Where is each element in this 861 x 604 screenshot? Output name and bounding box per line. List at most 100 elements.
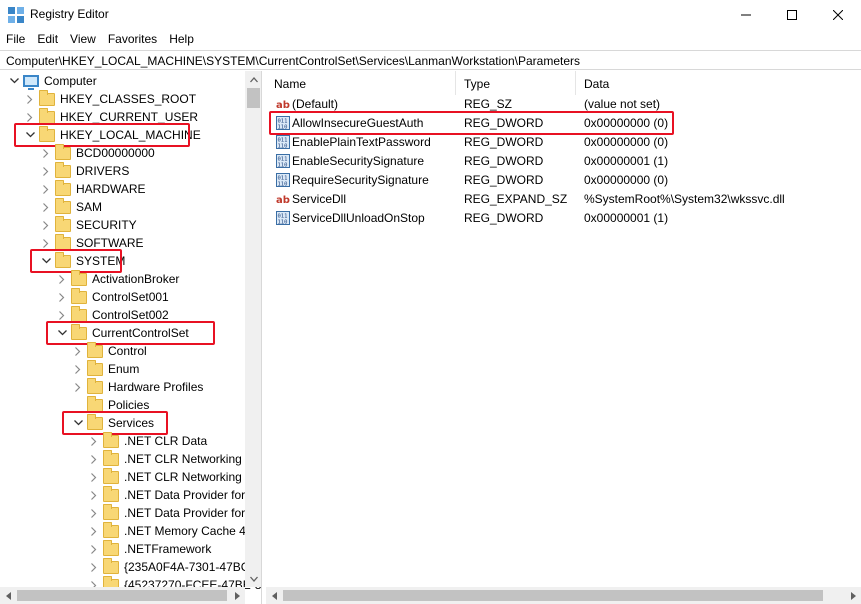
- scroll-down-icon[interactable]: [245, 570, 261, 587]
- tree-item[interactable]: .NET Data Provider for S: [88, 503, 257, 522]
- tree-item[interactable]: HARDWARE: [40, 179, 146, 198]
- tree-item[interactable]: ControlSet001: [56, 287, 169, 306]
- chevron-right-icon[interactable]: [88, 468, 100, 486]
- tree-vertical-scrollbar[interactable]: [245, 71, 261, 587]
- tree-item[interactable]: Hardware Profiles: [72, 377, 204, 396]
- chevron-right-icon[interactable]: [88, 540, 100, 558]
- value-row[interactable]: 011 110 EnablePlainTextPassword REG_DWORD 0x…: [266, 133, 861, 152]
- chevron-right-icon[interactable]: [56, 270, 68, 288]
- value-type: REG_DWORD: [464, 154, 544, 168]
- value-name: RequireSecuritySignature: [292, 173, 429, 187]
- value-name: EnableSecuritySignature: [292, 154, 425, 168]
- column-header-data[interactable]: Data: [576, 71, 861, 95]
- tree-item-label: .NET Data Provider for S: [124, 506, 257, 520]
- scroll-right-icon[interactable]: [844, 587, 861, 604]
- tree-item[interactable]: .NET Data Provider for C: [88, 485, 257, 504]
- chevron-right-icon[interactable]: [40, 180, 52, 198]
- scroll-left-icon[interactable]: [266, 587, 283, 604]
- menu-bar: File Edit View Favorites Help: [0, 29, 861, 49]
- tree-item[interactable]: Control: [72, 341, 147, 360]
- list-horizontal-scrollbar[interactable]: [266, 587, 861, 604]
- string-value-icon: ab: [276, 195, 290, 206]
- value-type: REG_EXPAND_SZ: [464, 192, 568, 206]
- chevron-right-icon[interactable]: [72, 360, 84, 378]
- tree-item[interactable]: BCD00000000: [40, 143, 155, 162]
- tree-item-label: Hardware Profiles: [108, 380, 204, 394]
- tree-item[interactable]: Enum: [72, 359, 139, 378]
- folder-icon: [103, 431, 119, 448]
- tree-item[interactable]: DRIVERS: [40, 161, 129, 180]
- scroll-left-icon[interactable]: [0, 587, 17, 604]
- close-icon: [833, 9, 843, 20]
- tree-item-label: .NET CLR Data: [124, 434, 208, 448]
- chevron-right-icon[interactable]: [40, 198, 52, 216]
- folder-icon: [87, 377, 103, 394]
- tree-item[interactable]: SAM: [40, 197, 103, 216]
- chevron-down-icon[interactable]: [8, 72, 20, 90]
- menu-favorites[interactable]: Favorites: [102, 29, 163, 49]
- value-row[interactable]: ab ServiceDll REG_EXPAND_SZ %SystemRoot%\Sy…: [266, 190, 861, 209]
- minimize-button[interactable]: [723, 0, 769, 29]
- folder-icon: [103, 503, 119, 520]
- folder-icon: [103, 449, 119, 466]
- chevron-right-icon[interactable]: [88, 558, 100, 576]
- chevron-right-icon[interactable]: [40, 216, 52, 234]
- scroll-right-icon[interactable]: [228, 587, 245, 604]
- chevron-right-icon[interactable]: [72, 342, 84, 360]
- value-name: EnablePlainTextPassword: [292, 135, 431, 149]
- tree-item-label: {235A0F4A-7301-47BC-: [124, 560, 254, 574]
- address-bar[interactable]: Computer\HKEY_LOCAL_MACHINE\SYSTEM\Curre…: [0, 50, 861, 70]
- value-type: REG_DWORD: [464, 135, 544, 149]
- maximize-button[interactable]: [769, 0, 815, 29]
- tree-item-label: SAM: [76, 200, 103, 214]
- chevron-right-icon[interactable]: [88, 522, 100, 540]
- folder-icon: [71, 269, 87, 286]
- tree-item[interactable]: .NET Memory Cache 4.0: [88, 521, 256, 540]
- tree-item[interactable]: ActivationBroker: [56, 269, 179, 288]
- close-button[interactable]: [815, 0, 861, 29]
- folder-icon: [103, 485, 119, 502]
- chevron-right-icon[interactable]: [88, 504, 100, 522]
- dword-value-icon: 011 110: [276, 154, 290, 169]
- column-header-type[interactable]: Type: [456, 71, 576, 95]
- menu-view[interactable]: View: [64, 29, 102, 49]
- folder-icon: [55, 161, 71, 178]
- tree-item-label: Control: [108, 344, 147, 358]
- chevron-right-icon[interactable]: [88, 432, 100, 450]
- scroll-up-icon[interactable]: [245, 71, 261, 88]
- tree-item[interactable]: .NETFramework: [88, 539, 211, 558]
- computer-icon: [23, 75, 39, 90]
- tree-item[interactable]: HKEY_CLASSES_ROOT: [24, 89, 196, 108]
- chevron-right-icon[interactable]: [40, 162, 52, 180]
- chevron-right-icon[interactable]: [72, 378, 84, 396]
- chevron-right-icon[interactable]: [88, 450, 100, 468]
- tree-item[interactable]: Computer: [8, 72, 97, 90]
- value-type: REG_DWORD: [464, 211, 544, 225]
- chevron-right-icon[interactable]: [56, 288, 68, 306]
- chevron-right-icon[interactable]: [40, 144, 52, 162]
- scroll-thumb[interactable]: [247, 88, 260, 108]
- tree-item[interactable]: .NET CLR Data: [88, 431, 208, 450]
- value-row[interactable]: 011 110 EnableSecuritySignature REG_DWORD 0x…: [266, 152, 861, 171]
- value-row[interactable]: 011 110 RequireSecuritySignature REG_DWORD 0…: [266, 171, 861, 190]
- dword-value-icon: 011 110: [276, 135, 290, 150]
- tree-item[interactable]: .NET CLR Networking 4: [88, 467, 252, 486]
- scroll-thumb[interactable]: [283, 590, 823, 601]
- folder-icon: [103, 521, 119, 538]
- tree-item[interactable]: SECURITY: [40, 215, 137, 234]
- tree-horizontal-scrollbar[interactable]: [0, 587, 245, 604]
- tree-item-label: Policies: [108, 398, 150, 412]
- folder-icon: [87, 359, 103, 376]
- tree-item[interactable]: .NET CLR Networking: [88, 449, 242, 468]
- chevron-right-icon[interactable]: [88, 486, 100, 504]
- menu-help[interactable]: Help: [163, 29, 200, 49]
- svg-text:110: 110: [278, 163, 288, 169]
- tree-item[interactable]: {235A0F4A-7301-47BC-: [88, 557, 254, 576]
- value-row[interactable]: 011 110 ServiceDllUnloadOnStop REG_DWORD 0x0…: [266, 209, 861, 228]
- menu-edit[interactable]: Edit: [31, 29, 64, 49]
- chevron-right-icon[interactable]: [24, 90, 36, 108]
- scroll-thumb[interactable]: [17, 590, 227, 601]
- menu-file[interactable]: File: [0, 29, 31, 49]
- tree-item-label: ControlSet002: [92, 308, 169, 322]
- column-header-name[interactable]: Name: [266, 71, 456, 95]
